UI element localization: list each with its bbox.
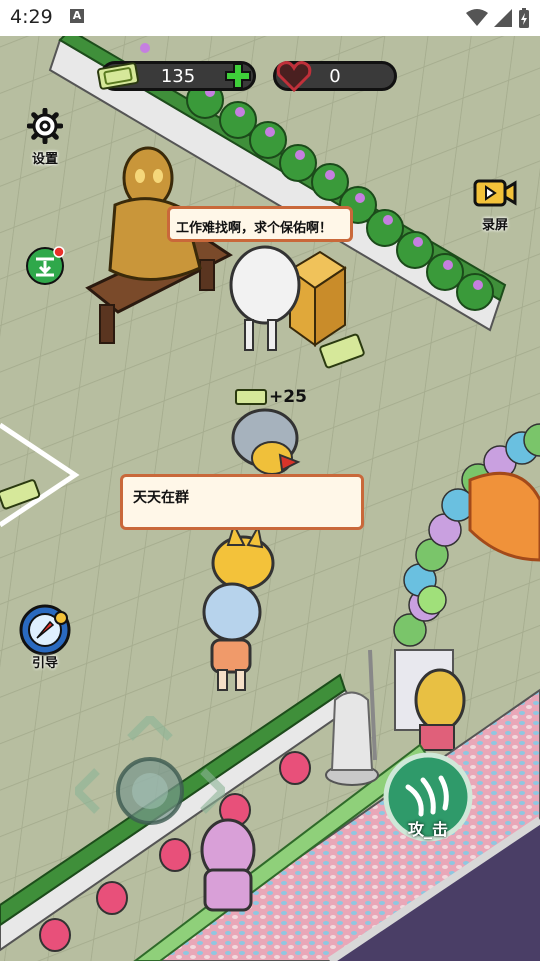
heart-icon (276, 61, 312, 92)
reward-popup: +25 (235, 386, 307, 408)
guide-button[interactable]: 引导 (15, 604, 75, 671)
attack-label: 攻_击 (407, 820, 448, 839)
status-bar: 4:29 A (0, 0, 540, 36)
mail-button[interactable] (25, 246, 65, 286)
cash-icon (235, 389, 267, 405)
statue-speech-bubble: 工作难找啊，求个保佑啊！ (167, 206, 353, 242)
player-speech-text: 天天在群 (133, 490, 189, 506)
add-cash-icon[interactable] (225, 63, 251, 89)
cash-icon (97, 62, 139, 90)
hearts-value: 0 (329, 65, 341, 87)
statue-speech-text: 工作难找啊，求个保佑啊！ (176, 221, 333, 236)
game-viewport[interactable]: 135 0 设置 录屏 引导 工作难找啊，求个保佑啊！ +25 天天在群 攻_击 (0, 36, 540, 961)
wifi-icon (466, 9, 488, 26)
record-label: 录屏 (481, 218, 508, 233)
battery-charging-icon (519, 8, 529, 28)
status-icons (466, 8, 530, 28)
settings-label: 设置 (31, 152, 58, 167)
cash-value: 135 (160, 65, 196, 87)
player-speech-bubble: 天天在群 (120, 474, 364, 530)
status-time: 4:29 (10, 6, 53, 28)
compass-icon (19, 604, 71, 656)
a-icon: A (70, 9, 84, 23)
video-camera-icon (473, 179, 517, 207)
signal-icon (494, 9, 512, 27)
mail-download-icon (26, 246, 65, 285)
reward-amount: +25 (269, 387, 307, 407)
joystick-arrows-icon (71, 712, 229, 825)
cash-counter: 135 (97, 61, 256, 91)
record-button[interactable]: 录屏 (470, 176, 520, 233)
settings-button[interactable]: 设置 (22, 107, 68, 167)
hearts-counter: 0 (273, 61, 397, 92)
virtual-joystick[interactable] (71, 712, 229, 866)
attack-button[interactable]: 攻_击 (383, 752, 473, 842)
gear-icon (26, 107, 64, 145)
